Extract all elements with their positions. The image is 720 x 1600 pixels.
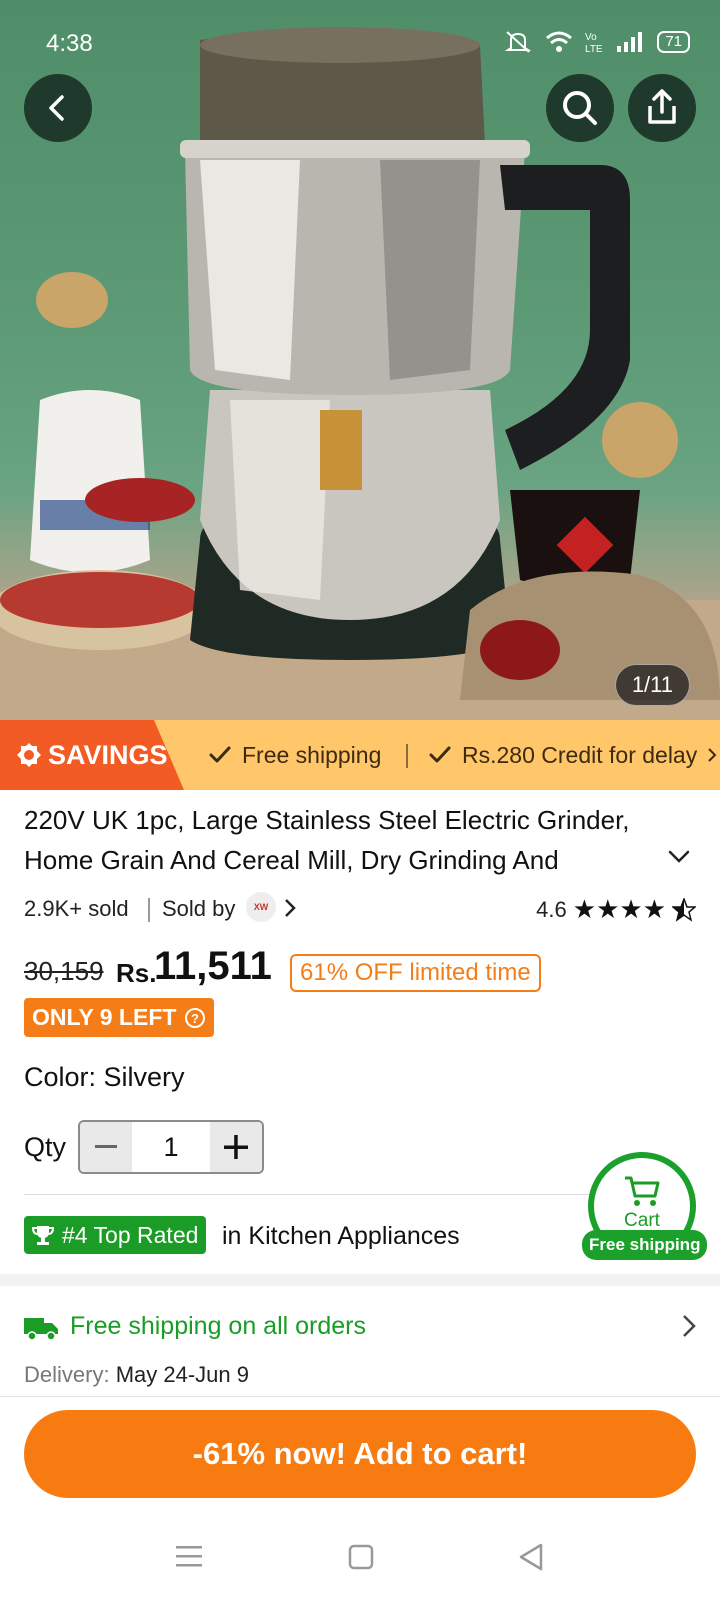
status-icons: Vo LTE 71	[503, 30, 690, 54]
seller-logo[interactable]: XW	[246, 892, 276, 922]
battery-icon: 71	[657, 31, 690, 53]
delivery-dates: May 24-Jun 9	[115, 1362, 249, 1387]
svg-text:LTE: LTE	[585, 44, 603, 54]
minus-icon	[95, 1145, 117, 1148]
benefit-delay-credit: Rs.280 Credit for delay	[428, 720, 717, 790]
system-nav-bar	[0, 1520, 720, 1600]
back-nav-icon[interactable]	[518, 1542, 544, 1572]
trophy-icon	[32, 1226, 54, 1245]
original-price: 30,159	[24, 956, 104, 986]
sold-count: 2.9K+ sold	[24, 896, 129, 921]
savings-label: SAVINGS	[48, 739, 168, 770]
volte-icon: VoLTE	[585, 32, 603, 54]
savings-badge-icon	[17, 743, 41, 767]
cart-icon	[625, 1176, 660, 1206]
mute-icon	[505, 31, 532, 53]
status-bar: 4:38 Vo LTE 71	[0, 0, 720, 84]
rank-label: #4 Top Rated	[62, 1221, 199, 1248]
divider	[0, 1396, 720, 1397]
shipping-row[interactable]: Free shipping on all orders	[24, 1308, 696, 1348]
search-icon	[563, 91, 597, 125]
free-shipping-title: Free shipping on all orders	[70, 1312, 366, 1340]
product-meta: 2.9K+ sold Sold by XW 4.6 ★★★★	[24, 892, 696, 928]
star-rating-icon: ★★★★	[572, 894, 666, 924]
search-button[interactable]	[546, 74, 614, 142]
qty-increment-button[interactable]	[210, 1122, 262, 1172]
menu-icon[interactable]	[176, 1544, 202, 1568]
svg-text:Vo: Vo	[585, 32, 597, 43]
chevron-right-icon[interactable]	[284, 898, 296, 918]
expand-title-button[interactable]	[668, 850, 690, 869]
product-title: 220V UK 1pc, Large Stainless Steel Elect…	[24, 805, 630, 875]
svg-text:?: ?	[191, 1011, 199, 1026]
savings-bar[interactable]: SAVINGS Free shipping Rs.280 Credit for …	[0, 720, 720, 790]
plus-icon	[224, 1135, 248, 1159]
sold-by-label: Sold by	[162, 896, 236, 921]
benefit-divider	[406, 744, 408, 768]
wifi-icon	[546, 31, 573, 52]
chevron-down-icon	[668, 850, 690, 863]
meta-divider	[148, 898, 150, 922]
stock-label: ONLY 9 LEFT	[32, 1004, 177, 1030]
color-label[interactable]: Color: Silvery	[24, 1062, 185, 1093]
delivery-info: Delivery: May 24-Jun 9	[24, 1362, 249, 1388]
chevron-right-icon	[708, 748, 717, 762]
add-to-cart-button[interactable]: -61% now! Add to cart!	[24, 1410, 696, 1498]
status-time: 4:38	[46, 30, 93, 57]
savings-tag: SAVINGS	[0, 720, 184, 790]
benefit-label: Free shipping	[242, 741, 382, 768]
image-counter: 1/11	[614, 664, 690, 706]
rating[interactable]: 4.6 ★★★★	[536, 894, 696, 925]
share-button[interactable]	[628, 74, 696, 142]
qty-decrement-button[interactable]	[80, 1122, 132, 1172]
back-arrow-icon	[49, 95, 64, 121]
rank-category: in Kitchen Appliances	[222, 1222, 460, 1250]
benefit-label: Rs.280 Credit for delay	[462, 741, 698, 768]
help-icon: ?	[185, 1007, 206, 1028]
current-price: 11,511	[154, 944, 272, 988]
qty-label: Qty	[24, 1132, 67, 1162]
share-icon	[648, 89, 676, 124]
chevron-right-icon	[683, 1315, 696, 1337]
cart-label: Cart	[624, 1210, 660, 1231]
truck-icon	[24, 1318, 58, 1341]
rating-value: 4.6	[536, 896, 567, 922]
cart-free-shipping-badge: Free shipping	[582, 1230, 708, 1260]
half-star-icon	[672, 897, 696, 922]
benefit-free-shipping: Free shipping	[208, 720, 381, 790]
product-image[interactable]: 4:38 Vo LTE 71 1/11	[0, 0, 720, 720]
delivery-label: Delivery:	[24, 1362, 110, 1387]
check-icon	[429, 746, 451, 763]
currency: Rs.	[116, 958, 157, 988]
section-separator	[0, 1274, 720, 1286]
home-icon[interactable]	[348, 1544, 374, 1570]
stock-badge[interactable]: ONLY 9 LEFT ?	[24, 998, 215, 1037]
back-button[interactable]	[24, 74, 92, 142]
qty-value[interactable]: 1	[132, 1122, 210, 1172]
signal-icon	[617, 32, 643, 52]
quantity-stepper[interactable]: 1	[78, 1120, 264, 1174]
discount-badge: 61% OFF limited time	[290, 954, 541, 992]
rank-badge: #4 Top Rated	[24, 1216, 207, 1254]
check-icon	[209, 746, 231, 763]
